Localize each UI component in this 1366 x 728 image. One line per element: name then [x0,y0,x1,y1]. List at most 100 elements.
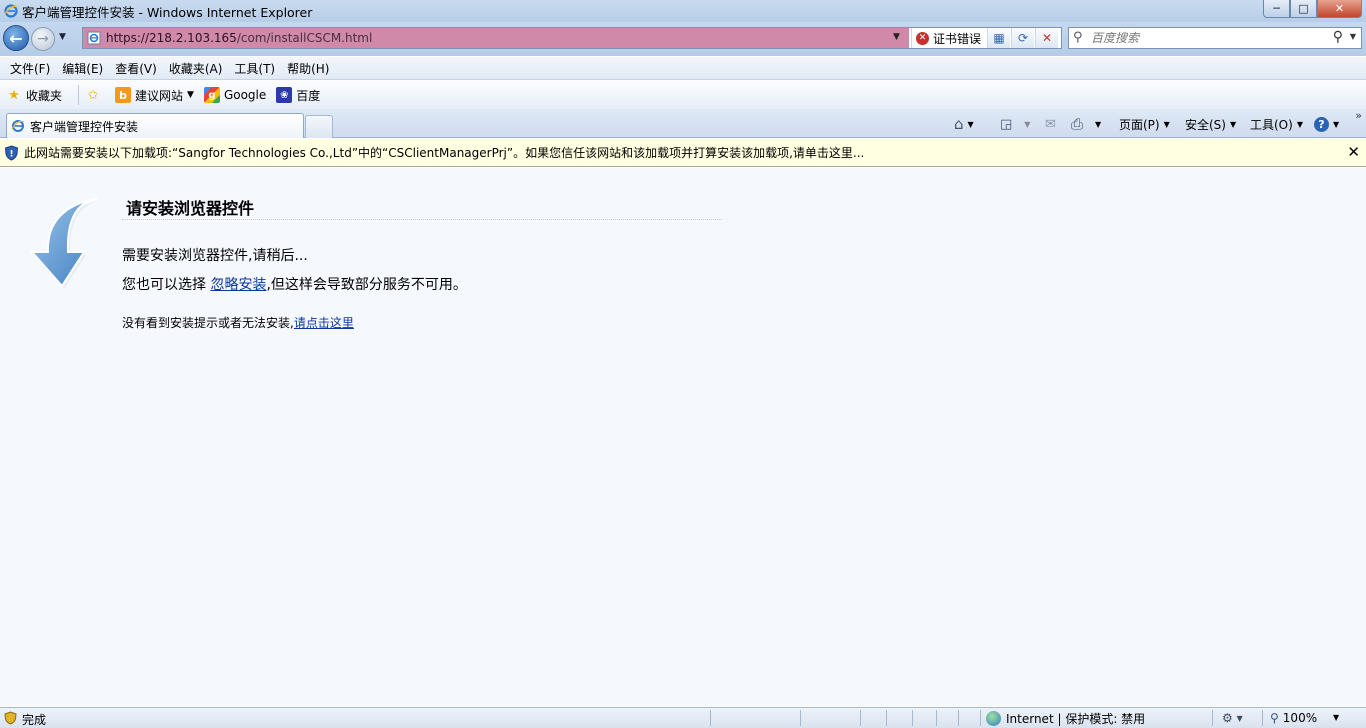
ie-tab-icon [11,120,25,132]
certificate-error-label: 证书错误 [933,31,982,46]
search-icon[interactable]: ⚲ [1333,29,1343,45]
safety-menu-label: 安全(S) [1185,117,1226,132]
home-button[interactable]: ⌂ ▼ [954,113,974,135]
fav-label: 建议网站 [135,88,184,103]
mail-icon: ✉ [1045,116,1056,132]
close-button[interactable]: ✕ [1317,0,1362,18]
zoom-control[interactable]: ⚲ 100% [1270,711,1317,725]
infobar-close-icon[interactable]: ✕ [1347,143,1360,161]
fav-label: Google [223,88,267,102]
shield-icon [4,711,17,725]
favorites-label: 收藏夹 [26,88,63,103]
search-box[interactable]: ⚲ ⚲ ▼ [1068,27,1362,49]
page-title: 请安装浏览器控件 [126,199,255,218]
zoom-dropdown-icon[interactable]: ▼ [1333,713,1339,722]
address-dropdown-icon[interactable]: ▼ [893,32,900,42]
menu-edit[interactable]: 编辑(E) [56,60,109,77]
fav-suggested-sites[interactable]: b 建议网站 ▼ [115,87,194,104]
page-menu[interactable]: 页面(P) ▼ [1119,113,1170,135]
menu-bar: 文件(F) 编辑(E) 查看(V) 收藏夹(A) 工具(T) 帮助(H) [0,57,1366,80]
menu-favorites[interactable]: 收藏夹(A) [163,60,229,77]
safety-menu[interactable]: 安全(S) ▼ [1185,113,1236,135]
chevron-down-icon: ▼ [187,90,194,100]
print-button[interactable]: ⎙ ▼ [1071,113,1101,135]
svg-text:!: ! [9,149,13,159]
add-favorite-icon: ✩ [87,87,99,103]
infobar-message: 此网站需要安装以下加载项:“Sangfor Technologies Co.,L… [24,146,865,160]
certificate-error-button[interactable]: ✕ 证书错误 [911,28,986,48]
chevron-down-icon: ▼ [1333,119,1340,129]
tools-menu[interactable]: 工具(O) ▼ [1250,113,1303,135]
manual-prefix: 没有看到安装提示或者无法安装, [122,316,294,330]
favorites-bar: ★ 收藏夹 ✩ b 建议网站 ▼ g Google ❀ 百度 [0,81,1366,109]
divider [958,710,959,726]
maximize-button[interactable]: □ [1290,0,1317,18]
feeds-button[interactable]: ◲ ▼ [1000,113,1030,135]
skip-suffix: ,但这样会导致部分服务不可用。 [266,277,467,293]
chevron-down-icon: ▼ [1163,119,1170,129]
chevron-down-icon: ▼ [1229,119,1237,129]
globe-icon [986,711,1001,726]
favorites-button[interactable]: ★ 收藏夹 [6,87,62,104]
fav-label: 百度 [296,88,321,103]
add-to-favorites-button[interactable]: ✩ [85,87,105,103]
page-menu-label: 页面(P) [1119,117,1160,132]
url-text[interactable]: https://218.2.103.165/com/installCSCM.ht… [106,31,372,45]
back-arrow-icon: ← [9,28,23,48]
read-mail-button[interactable]: ✉ [1045,113,1056,135]
url-host: https://218.2.103.165 [106,31,237,45]
click-here-link[interactable]: 请点击这里 [294,316,354,330]
divider [860,710,861,726]
divider [122,219,722,220]
help-button[interactable]: ? ▼ [1314,113,1339,135]
recent-pages-dropdown[interactable]: ▼ [59,32,66,42]
tab-install-control[interactable]: 客户端管理控件安装 [6,113,304,138]
search-input[interactable] [1091,30,1321,46]
star-icon: ★ [8,87,20,103]
rss-feed-icon: ◲ [1000,116,1013,132]
chevron-down-icon: ▼ [1024,119,1031,129]
minimize-button[interactable]: ─ [1263,0,1290,18]
security-zone[interactable]: Internet | 保护模式: 禁用 [986,710,1145,727]
error-icon: ✕ [916,31,929,45]
fav-google[interactable]: g Google [203,87,267,103]
stop-button[interactable]: ✕ [1035,28,1058,48]
tools-menu-label: 工具(O) [1250,117,1293,132]
fav-baidu[interactable]: ❀ 百度 [276,87,320,104]
forward-button[interactable]: → [31,27,55,51]
protected-mode-icon[interactable]: ⚙ ▾ [1222,711,1243,725]
google-icon: g [203,87,220,103]
search-options-dropdown[interactable]: ▼ [1350,32,1356,41]
skip-install-link[interactable]: 忽略安装 [210,277,266,293]
menu-file[interactable]: 文件(F) [4,60,56,77]
address-bar[interactable]: https://218.2.103.165/com/installCSCM.ht… [82,27,1062,49]
new-tab-button[interactable] [305,115,333,138]
toolbar-overflow-chevron[interactable]: » [1355,109,1362,122]
ie-logo-icon [4,4,18,18]
zoom-level: 100% [1282,711,1318,725]
chevron-down-icon: ▼ [1296,119,1303,129]
menu-view[interactable]: 查看(V) [109,60,163,77]
stop-icon: ✕ [1041,31,1053,45]
divider [980,710,981,726]
chevron-down-icon: ▼ [967,119,974,129]
title-bar: 客户端管理控件安装 - Windows Internet Explorer ─ … [0,0,1366,22]
forward-arrow-icon: → [37,31,49,47]
menu-help[interactable]: 帮助(H) [281,60,335,77]
divider [912,710,913,726]
divider [936,710,937,726]
help-icon: ? [1314,116,1329,132]
divider [710,710,711,726]
install-wait-text: 需要安装浏览器控件,请稍后... [122,248,308,264]
search-provider-icon: ⚲ [1073,30,1083,45]
divider [1262,710,1263,726]
refresh-button[interactable]: ⟳ [1011,28,1034,48]
page-content: 请安装浏览器控件 需要安装浏览器控件,请稍后... 您也可以选择 忽略安装,但这… [0,168,1366,706]
compatibility-icon: ▦ [993,31,1005,45]
compatibility-view-button[interactable]: ▦ [987,28,1010,48]
back-button[interactable]: ← [3,25,29,51]
information-bar[interactable]: ! 此网站需要安装以下加载项:“Sangfor Technologies Co.… [0,139,1366,167]
menu-tools[interactable]: 工具(T) [228,60,281,77]
status-bar: 完成 Internet | 保护模式: 禁用 ⚙ ▾ ⚲ 100% ▼ [0,707,1366,728]
divider [1212,710,1213,726]
